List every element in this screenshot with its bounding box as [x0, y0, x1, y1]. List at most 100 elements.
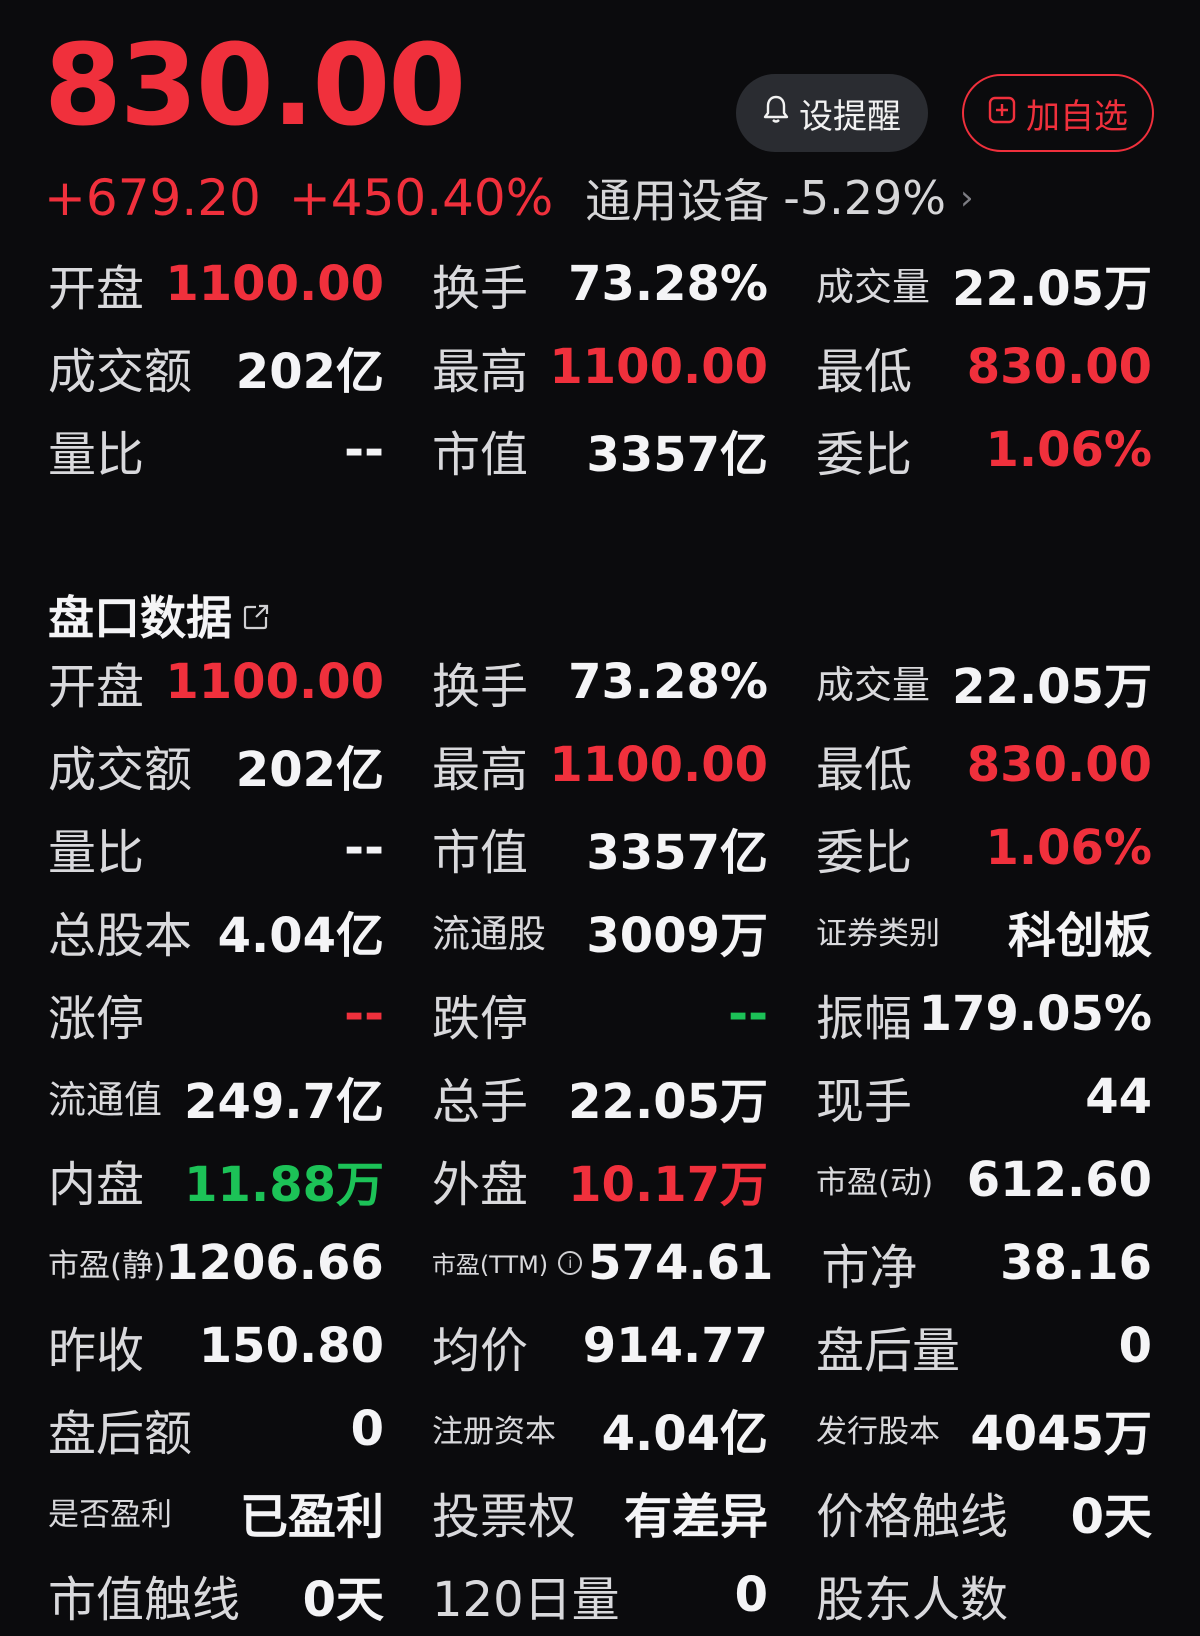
stat-cell: 市净 38.16 — [821, 1228, 1152, 1298]
stat-value: 3009万 — [586, 907, 768, 964]
detail-row: 涨停 -- 跌停 -- 振幅 179.05% — [48, 972, 1152, 1055]
stat-label: 市值 — [432, 824, 529, 881]
stat-value: 179.05% — [918, 985, 1152, 1042]
stat-cell: 最高 1100.00 — [432, 332, 768, 402]
stat-value: 1206.66 — [165, 1234, 384, 1291]
stat-label: 均价 — [432, 1322, 529, 1379]
stat-cell: 120日量 0 — [432, 1560, 768, 1630]
stat-label: 振幅 — [816, 990, 913, 1047]
stat-cell: 总手 22.05万 — [432, 1062, 768, 1132]
stat-cell: 最低 830.00 — [816, 730, 1152, 800]
summary-row: 成交额 202亿 最高 1100.00 最低 830.00 — [48, 325, 1152, 408]
stat-value: 44 — [1085, 1068, 1152, 1125]
section-title-text: 盘口数据 — [48, 591, 232, 645]
stat-value: 1.06% — [985, 421, 1152, 478]
stat-cell: 涨停 -- — [48, 979, 384, 1049]
stat-label: 市盈(静) — [48, 1248, 166, 1284]
summary-row: 开盘 1100.00 换手 73.28% 成交量 22.05万 — [48, 242, 1152, 325]
stat-label: 价格触线 — [816, 1488, 1009, 1545]
stat-cell: 委比 1.06% — [816, 813, 1152, 883]
stat-value: -- — [344, 819, 384, 876]
detail-row: 内盘 11.88万 外盘 10.17万 市盈(动) 612.60 — [48, 1138, 1152, 1221]
stat-label: 流通股 — [432, 912, 547, 956]
stat-cell: 股东人数 — [816, 1560, 1152, 1630]
stat-cell: 市值 3357亿 — [432, 813, 768, 883]
stat-label: 昨收 — [48, 1322, 145, 1379]
stat-label: 外盘 — [432, 1156, 529, 1213]
stat-value: 4.04亿 — [217, 907, 384, 964]
stat-value: 0天 — [302, 1571, 384, 1628]
stat-value: 249.7亿 — [184, 1073, 384, 1130]
sector-name[interactable]: 通用设备 — [585, 165, 769, 231]
detail-row: 量比 -- 市值 3357亿 委比 1.06% — [48, 806, 1152, 889]
stat-cell: 总股本 4.04亿 — [48, 896, 384, 966]
detail-row: 开盘 1100.00 换手 73.28% 成交量 22.05万 — [48, 640, 1152, 723]
stat-label: 开盘 — [48, 260, 145, 317]
stat-label: 最高 — [432, 343, 529, 400]
price-change: +679.20 — [44, 169, 261, 227]
add-watchlist-button[interactable]: 加自选 — [962, 74, 1154, 152]
stat-value: 574.61 — [588, 1234, 774, 1291]
stat-value: 612.60 — [966, 1151, 1152, 1208]
detail-row: 是否盈利 已盈利 投票权 有差异 价格触线 0天 — [48, 1470, 1152, 1553]
stat-label: 市值触线 — [48, 1571, 241, 1628]
stat-cell: 市盈(静) 1206.66 — [48, 1235, 384, 1291]
stat-cell: 是否盈利 已盈利 — [48, 1477, 384, 1547]
stat-label: 委比 — [816, 824, 913, 881]
stat-label: 最高 — [432, 741, 529, 798]
stat-label: 投票权 — [432, 1488, 577, 1545]
plus-square-icon — [988, 93, 1016, 133]
stat-label: 总手 — [432, 1073, 529, 1130]
stat-cell: 外盘 10.17万 — [432, 1145, 768, 1215]
stat-label: 股东人数 — [816, 1571, 1009, 1628]
stat-cell: 跌停 -- — [432, 979, 768, 1049]
current-price: 830.00 — [44, 21, 466, 151]
stat-value: 73.28% — [568, 255, 768, 312]
stat-cell: 投票权 有差异 — [432, 1477, 768, 1547]
detail-row: 流通值 249.7亿 总手 22.05万 现手 44 — [48, 1055, 1152, 1138]
sector-change[interactable]: -5.29% — [783, 171, 946, 225]
set-alert-label: 设提醒 — [799, 96, 901, 137]
stat-label: 市净 — [821, 1239, 918, 1296]
stat-value: 11.88万 — [184, 1156, 384, 1213]
stat-cell: 流通值 249.7亿 — [48, 1062, 384, 1132]
stat-label: 量比 — [48, 824, 145, 881]
stat-value: 202亿 — [235, 741, 384, 798]
detail-grid: 开盘 1100.00 换手 73.28% 成交量 22.05万 成交额 202亿… — [48, 640, 1152, 1636]
add-watchlist-label: 加自选 — [1026, 96, 1128, 137]
ttm-label-wrap[interactable]: 市盈(TTM) i — [432, 1245, 588, 1280]
stat-value: 科创板 — [1007, 907, 1152, 964]
stat-label: 换手 — [432, 658, 529, 715]
info-icon[interactable]: i — [558, 1250, 583, 1275]
stat-cell: 委比 1.06% — [816, 415, 1152, 485]
stat-cell: 注册资本 4.04亿 — [432, 1394, 768, 1464]
stat-label: 证券类别 — [816, 916, 940, 952]
chevron-right-icon[interactable]: › — [960, 178, 974, 218]
stat-cell: 内盘 11.88万 — [48, 1145, 384, 1215]
external-edit-icon[interactable] — [242, 588, 270, 642]
stat-cell: 振幅 179.05% — [816, 979, 1152, 1049]
stat-value: 22.05万 — [952, 658, 1152, 715]
stat-label: 量比 — [48, 426, 145, 483]
stat-cell: 开盘 1100.00 — [48, 249, 384, 319]
stat-cell: 量比 -- — [48, 813, 384, 883]
stat-cell: 盘后量 0 — [816, 1311, 1152, 1381]
stat-value: 914.77 — [582, 1317, 768, 1374]
stat-value: 150.80 — [198, 1317, 384, 1374]
stat-value: 0 — [734, 1566, 768, 1623]
stat-cell: 价格触线 0天 — [816, 1477, 1152, 1547]
stat-label: 盘后量 — [816, 1322, 961, 1379]
stat-value: 1100.00 — [165, 653, 384, 710]
stat-label: 是否盈利 — [48, 1497, 172, 1533]
stat-value: 有差异 — [623, 1488, 768, 1545]
stat-value: 830.00 — [966, 736, 1152, 793]
stat-cell: 量比 -- — [48, 415, 384, 485]
stat-value: 1100.00 — [549, 338, 768, 395]
stat-label: 盘后额 — [48, 1405, 193, 1462]
stat-value: 4045万 — [970, 1405, 1152, 1462]
set-alert-button[interactable]: 设提醒 — [736, 74, 928, 152]
stat-value: 0 — [350, 1400, 384, 1457]
stat-label: 现手 — [816, 1073, 913, 1130]
stat-value: 22.05万 — [952, 260, 1152, 317]
section-title[interactable]: 盘口数据 — [48, 582, 270, 648]
